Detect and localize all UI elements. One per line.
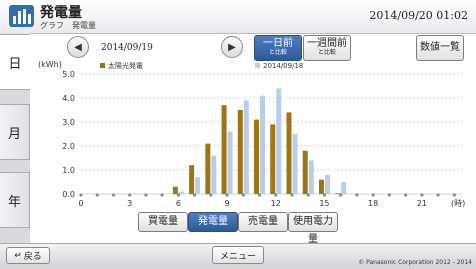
bar-solar-generation <box>318 179 324 194</box>
back-label: 戻る <box>23 252 42 262</box>
header-bar: 発電量 グラフ 発電量 2014/09/20 01:02 <box>0 0 476 34</box>
x-axis-marker <box>160 193 164 197</box>
x-tick-label: 6 <box>176 199 181 208</box>
breadcrumb: グラフ 発電量 <box>40 21 96 30</box>
legend-swatch-solar <box>100 63 105 68</box>
x-axis-marker <box>144 193 148 197</box>
compare-day-label: 一日前 <box>263 38 293 49</box>
tab-generated-power[interactable]: 発電量 <box>188 212 238 232</box>
tab-year[interactable]: 年 <box>0 172 30 228</box>
x-axis-marker <box>209 193 213 197</box>
bar-solar-generation <box>335 193 341 194</box>
legend-label-compare: 2014/09/18 <box>263 62 303 70</box>
bar-compare-2014-09-18 <box>308 160 314 194</box>
menu-button[interactable]: メニュー <box>212 246 264 264</box>
x-axis-marker <box>128 193 132 197</box>
chevron-left-icon: ◀ <box>74 41 82 53</box>
x-axis-marker <box>387 193 391 197</box>
bar-solar-generation <box>270 124 276 194</box>
legend-label-solar: 太陽光発電 <box>108 61 143 70</box>
y-tick-label: 1.0 <box>62 166 75 175</box>
x-tick-label: 12 <box>271 199 281 208</box>
x-tick-label: 9 <box>225 199 230 208</box>
tab-used-power[interactable]: 使用電力量 <box>288 212 338 245</box>
bar-solar-generation <box>189 165 195 194</box>
bar-solar-generation <box>237 110 243 194</box>
return-arrow-icon: ↵ <box>14 250 22 261</box>
x-axis-marker <box>339 193 343 197</box>
chevron-right-icon: ▶ <box>228 41 236 53</box>
tab-purchased-power[interactable]: 買電量 <box>138 212 188 232</box>
bar-solar-generation <box>286 112 292 194</box>
x-axis-marker <box>420 193 424 197</box>
x-axis-label: (時) <box>451 199 465 208</box>
bar-compare-2014-09-18 <box>341 182 347 194</box>
bar-compare-2014-09-18 <box>211 155 217 194</box>
x-axis-marker <box>257 193 262 197</box>
bar-compare-2014-09-18 <box>195 177 201 194</box>
chart-legend: 太陽光発電 2014/09/18 <box>100 61 303 70</box>
y-tick-label: 0.0 <box>62 190 75 199</box>
bar-compare-2014-09-18 <box>227 131 233 194</box>
legend-swatch-compare <box>255 63 260 68</box>
back-button[interactable]: ↵ 戻る <box>6 247 50 264</box>
x-axis-marker <box>241 193 245 197</box>
x-axis-marker <box>225 193 229 197</box>
x-tick-label: 18 <box>368 199 378 208</box>
page-title: 発電量 <box>40 5 82 21</box>
x-axis-marker <box>193 193 197 197</box>
copyright-text: © Panasonic Corporation 2012 - 2014 <box>358 259 472 266</box>
x-axis-marker <box>306 193 310 197</box>
x-axis-marker <box>452 193 456 197</box>
x-tick-label: 21 <box>417 199 427 208</box>
x-axis-marker <box>322 193 327 197</box>
x-tick-label: 3 <box>127 199 132 208</box>
x-axis-marker <box>274 193 278 197</box>
chart-date: 2014/09/19 <box>101 43 153 53</box>
x-axis-marker <box>436 193 440 197</box>
y-tick-label: 3.0 <box>62 118 75 127</box>
bar-compare-2014-09-18 <box>243 100 249 194</box>
x-axis-marker <box>404 193 408 197</box>
y-tick-label: 2.0 <box>62 142 75 151</box>
bar-solar-generation <box>172 186 178 194</box>
x-tick-label: 15 <box>319 199 329 208</box>
x-axis-marker <box>355 193 359 197</box>
bar-compare-2014-09-18 <box>292 134 298 194</box>
y-axis-label: (kWh) <box>38 60 62 69</box>
bar-compare-2014-09-18 <box>324 174 330 194</box>
x-axis-marker <box>79 193 83 197</box>
bar-solar-generation <box>302 150 308 194</box>
generation-chart: (kWh) (時) 太陽光発電 2014/09/18 5.0 4.0 3.0 2.0 1… <box>38 60 465 208</box>
bar-chart-icon <box>9 5 34 27</box>
y-tick-label: 4.0 <box>62 94 75 103</box>
x-axis-marker <box>111 193 116 197</box>
tab-month[interactable]: 月 <box>0 104 30 160</box>
x-axis-marker <box>176 193 180 197</box>
tab-sold-power[interactable]: 売電量 <box>238 212 288 232</box>
current-datetime: 2014/09/20 01:02 <box>369 9 468 22</box>
next-day-button[interactable]: ▶ <box>221 36 243 58</box>
bar-compare-2014-09-18 <box>178 191 184 194</box>
x-axis-marker <box>290 193 294 197</box>
tab-day[interactable]: 日 <box>0 34 30 90</box>
compare-week-label: 一週間前 <box>307 38 347 49</box>
x-axis-marker <box>95 193 99 197</box>
x-axis-marker <box>371 193 375 197</box>
y-tick-label: 5.0 <box>62 70 75 79</box>
bar-solar-generation <box>221 105 227 194</box>
bar-compare-2014-09-18 <box>260 95 266 194</box>
bar-solar-generation <box>205 143 211 194</box>
bar-solar-generation <box>254 119 260 194</box>
bar-compare-2014-09-18 <box>276 88 282 194</box>
x-tick-label: 0 <box>78 199 83 208</box>
prev-day-button[interactable]: ◀ <box>67 36 89 58</box>
